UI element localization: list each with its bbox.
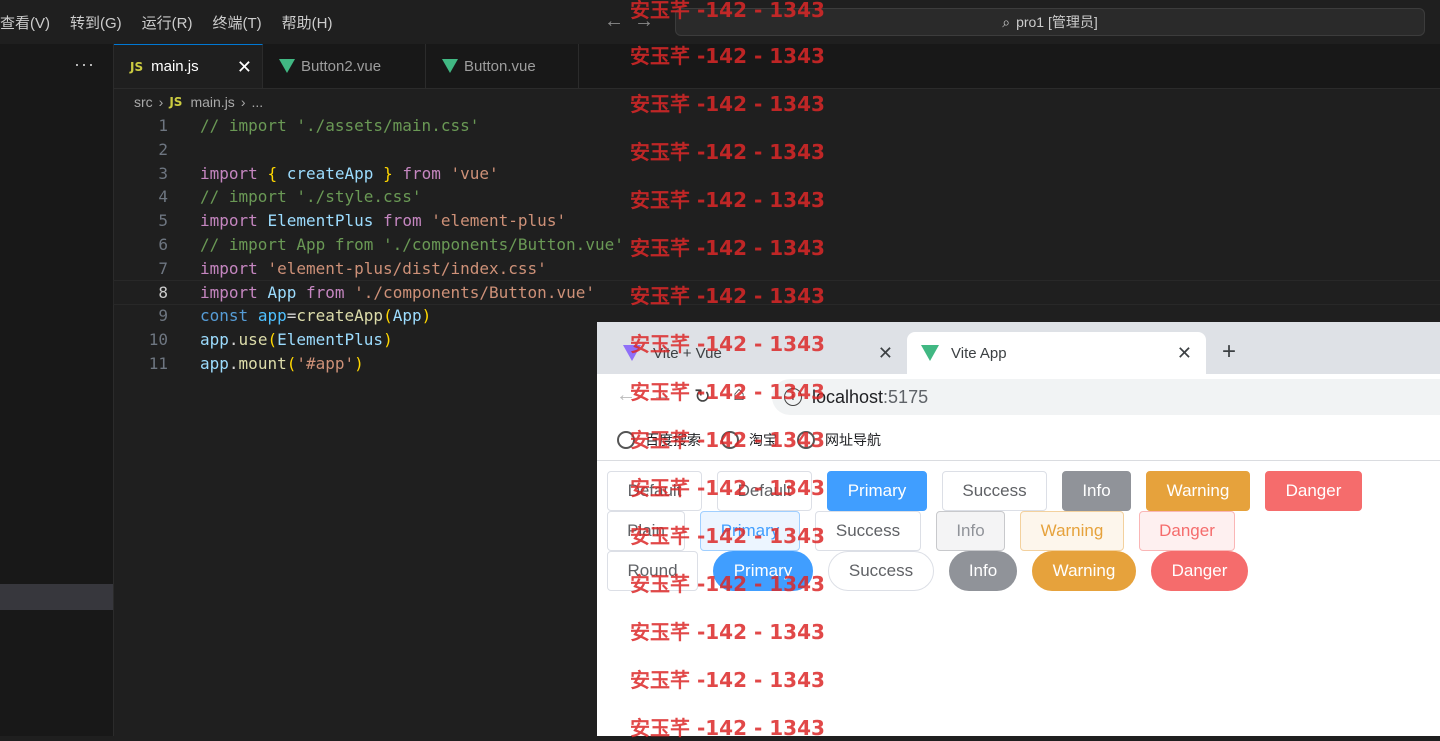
sidebar [0, 44, 114, 736]
watermark: 安玉芊 -142 - 1343 [630, 380, 825, 404]
warning-plain-button[interactable]: Warning [1020, 511, 1124, 551]
warning-button[interactable]: Warning [1146, 471, 1250, 511]
line-number: 9 [158, 306, 168, 326]
info-plain-button[interactable]: Info [936, 511, 1005, 551]
primary-button[interactable]: Primary [827, 471, 927, 511]
line-number: 2 [158, 139, 168, 159]
sidebar-selected-item[interactable] [0, 584, 113, 610]
chevron-right-icon: › [158, 94, 164, 110]
more-actions-icon[interactable]: ··· [74, 54, 95, 75]
watermark: 安玉芊 -142 - 1343 [630, 524, 825, 548]
close-icon[interactable]: ✕ [237, 57, 252, 78]
vue-file-icon [442, 59, 458, 73]
code-text: import { createApp } from 'vue' [200, 163, 499, 183]
watermark: 安玉芊 -142 - 1343 [630, 716, 825, 740]
line-number: 10 [148, 330, 168, 350]
menu-view[interactable]: 查看(V) [0, 12, 50, 33]
breadcrumb: src › JS main.js › ... [134, 92, 263, 112]
bookmark-label: 网址导航 [825, 432, 881, 448]
close-icon[interactable]: ✕ [1177, 343, 1192, 364]
menu-terminal[interactable]: 终端(T) [213, 12, 262, 33]
tab-label: Button2.vue [301, 57, 382, 75]
line-number: 11 [148, 353, 168, 373]
info-round-button[interactable]: Info [949, 551, 1017, 591]
code-text: // import App from './components/Button.… [200, 234, 624, 254]
success-plain-button[interactable]: Success [815, 511, 921, 551]
browser-tab-vite-app[interactable]: Vite App ✕ [907, 332, 1206, 374]
tab-button-vue[interactable]: Button.vue [426, 44, 579, 88]
new-tab-plus-icon[interactable]: + [1222, 338, 1236, 366]
url-port: :5175 [883, 386, 929, 407]
info-button[interactable]: Info [1062, 471, 1131, 511]
line-number: 3 [158, 163, 168, 183]
code-text: const app=createApp(App) [200, 306, 432, 326]
code-text: import App from './components/Button.vue… [200, 282, 595, 302]
line-number: 6 [158, 234, 168, 254]
watermark: 安玉芊 -142 - 1343 [630, 92, 825, 116]
code-text: app.mount('#app') [200, 353, 364, 373]
breadcrumb-rest[interactable]: ... [251, 94, 263, 110]
tab-main-js[interactable]: JS main.js ✕ [114, 44, 263, 88]
watermark: 安玉芊 -142 - 1343 [630, 188, 825, 212]
line-number: 5 [158, 211, 168, 231]
line-number: 4 [158, 187, 168, 207]
menu-bar: 查看(V) 转到(G) 运行(R) 终端(T) 帮助(H) [0, 0, 352, 44]
watermark: 安玉芊 -142 - 1343 [630, 668, 825, 692]
code-text: app.use(ElementPlus) [200, 330, 393, 350]
danger-round-button[interactable]: Danger [1151, 551, 1248, 591]
search-icon: ⌕ [1002, 13, 1011, 30]
breadcrumb-folder[interactable]: src [134, 94, 153, 110]
js-file-icon: JS [130, 59, 144, 74]
watermark: 安玉芊 -142 - 1343 [630, 140, 825, 164]
watermark: 安玉芊 -142 - 1343 [630, 236, 825, 260]
code-line: 1 // import './assets/main.css' [114, 114, 1440, 138]
line-number: 1 [158, 116, 168, 135]
vue-logo-icon [921, 345, 939, 361]
code-text: // import './style.css' [200, 187, 422, 207]
watermark: 安玉芊 -142 - 1343 [630, 620, 825, 644]
danger-button[interactable]: Danger [1265, 471, 1362, 511]
warning-round-button[interactable]: Warning [1032, 551, 1136, 591]
watermark: 安玉芊 -142 - 1343 [630, 428, 825, 452]
watermark: 安玉芊 -142 - 1343 [630, 284, 825, 308]
menu-run[interactable]: 运行(R) [142, 12, 193, 33]
browser-tab-label: Vite App [951, 344, 1007, 362]
js-file-icon: JS [169, 95, 183, 109]
watermark: 安玉芊 -142 - 1343 [630, 572, 825, 596]
success-button[interactable]: Success [942, 471, 1047, 511]
line-number: 8 [158, 282, 168, 302]
code-text: import 'element-plus/dist/index.css' [200, 258, 547, 278]
tab-button2-vue[interactable]: Button2.vue [263, 44, 426, 88]
code-text: // import './assets/main.css' [200, 116, 480, 135]
tab-label: main.js [151, 58, 199, 75]
command-center-label: pro1 [管理员] [1016, 14, 1098, 30]
address-bar[interactable]: i localhost:5175 [772, 379, 1440, 415]
chevron-right-icon: › [240, 94, 246, 110]
watermark: 安玉芊 -142 - 1343 [630, 476, 825, 500]
code-text: import ElementPlus from 'element-plus' [200, 211, 567, 231]
danger-plain-button[interactable]: Danger [1139, 511, 1235, 551]
code-line: 3 import { createApp } from 'vue' [114, 162, 1440, 186]
watermark: 安玉芊 -142 - 1343 [630, 0, 825, 22]
vue-file-icon [279, 59, 295, 73]
line-number: 7 [158, 258, 168, 278]
menu-go[interactable]: 转到(G) [70, 12, 122, 33]
success-round-button[interactable]: Success [828, 551, 934, 591]
watermark: 安玉芊 -142 - 1343 [630, 44, 825, 68]
tab-label: Button.vue [464, 57, 536, 75]
watermark: 安玉芊 -142 - 1343 [630, 332, 825, 356]
close-icon[interactable]: ✕ [878, 343, 893, 364]
menu-help[interactable]: 帮助(H) [282, 12, 333, 33]
breadcrumb-file[interactable]: main.js [190, 94, 234, 110]
